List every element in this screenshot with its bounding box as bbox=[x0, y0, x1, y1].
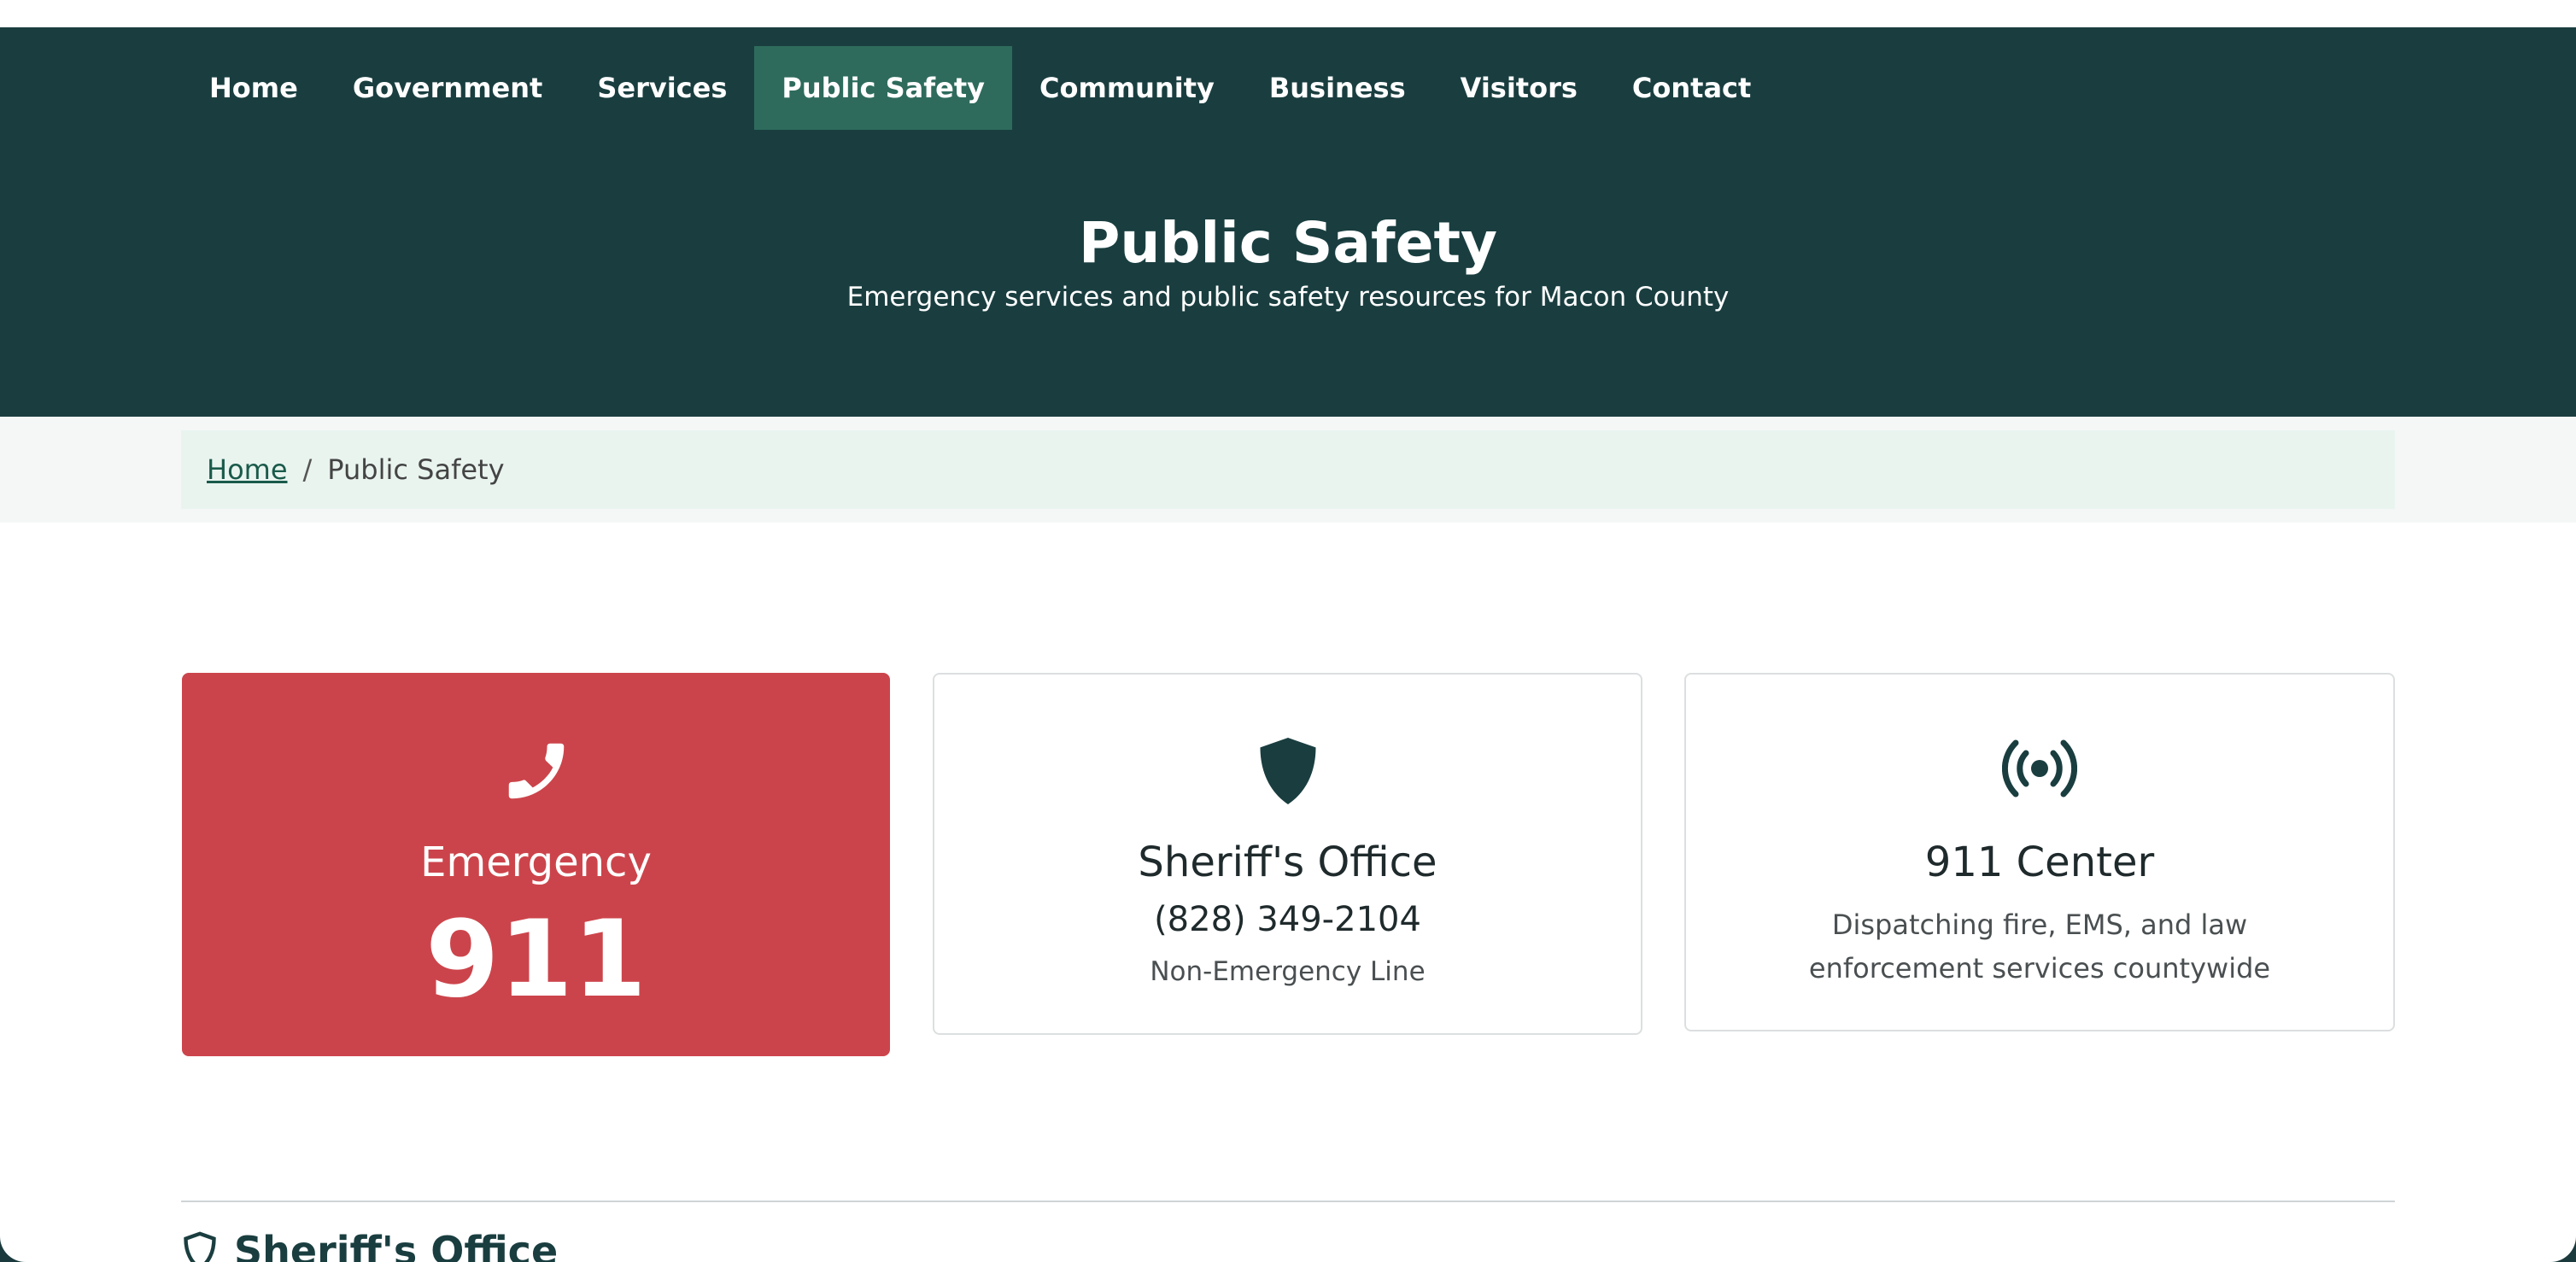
emergency-card[interactable]: Emergency 911 bbox=[182, 673, 890, 1056]
nav-home[interactable]: Home bbox=[182, 46, 325, 130]
sheriff-section-title: Sheriff's Office bbox=[234, 1228, 559, 1262]
shield-icon bbox=[934, 734, 1641, 808]
nav-public-safety[interactable]: Public Safety bbox=[754, 46, 1012, 130]
broadcast-icon bbox=[1686, 734, 2393, 803]
section-divider bbox=[181, 1201, 2395, 1202]
page: Home Government Services Public Safety C… bbox=[0, 0, 2576, 1262]
breadcrumb-separator: / bbox=[302, 453, 313, 486]
nav-contact[interactable]: Contact bbox=[1605, 46, 1778, 130]
nav-business[interactable]: Business bbox=[1242, 46, 1433, 130]
site-header: Home Government Services Public Safety C… bbox=[0, 27, 2576, 417]
nav-community[interactable]: Community bbox=[1012, 46, 1242, 130]
nav-government[interactable]: Government bbox=[325, 46, 571, 130]
sheriff-phone[interactable]: (828) 349-2104 bbox=[934, 900, 1641, 939]
phone-icon bbox=[184, 734, 888, 808]
emergency-title: Emergency bbox=[420, 838, 652, 886]
dispatch-center-title: 911 Center bbox=[1924, 838, 2155, 886]
breadcrumb: Home / Public Safety bbox=[181, 430, 2395, 509]
main-nav: Home Government Services Public Safety C… bbox=[182, 46, 1778, 130]
breadcrumb-current: Public Safety bbox=[327, 453, 505, 486]
sheriff-section-heading: Sheriff's Office bbox=[181, 1228, 558, 1262]
nav-visitors[interactable]: Visitors bbox=[1433, 46, 1605, 130]
sheriff-title: Sheriff's Office bbox=[1138, 838, 1437, 886]
emergency-number[interactable]: 911 bbox=[184, 898, 888, 1021]
breadcrumb-band: Home / Public Safety bbox=[0, 417, 2576, 523]
sheriff-card[interactable]: Sheriff's Office (828) 349-2104 Non-Emer… bbox=[933, 673, 1642, 1035]
dispatch-center-card[interactable]: 911 Center Dispatching fire, EMS, and la… bbox=[1684, 673, 2395, 1031]
page-title: Public Safety bbox=[1078, 210, 1498, 276]
breadcrumb-home-link[interactable]: Home bbox=[207, 453, 288, 486]
dispatch-center-description: Dispatching fire, EMS, and law enforceme… bbox=[1808, 909, 2271, 984]
top-strip bbox=[0, 0, 2576, 27]
sheriff-note: Non-Emergency Line bbox=[1150, 956, 1426, 987]
nav-services[interactable]: Services bbox=[570, 46, 754, 130]
page-subtitle: Emergency services and public safety res… bbox=[846, 282, 1730, 313]
shield-outline-icon bbox=[181, 1230, 219, 1262]
